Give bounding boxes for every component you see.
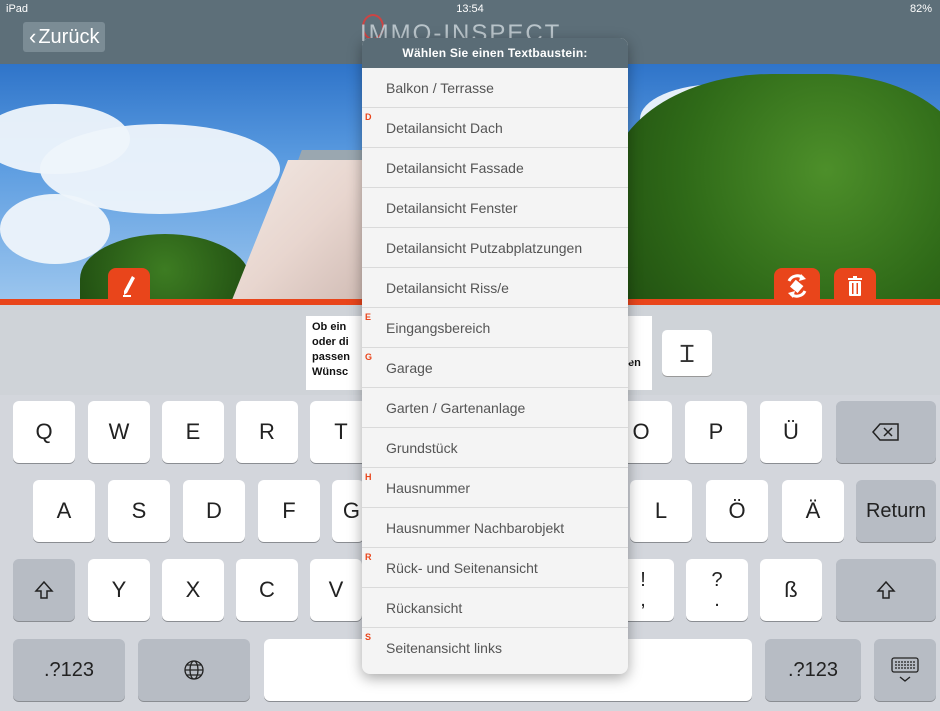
return-key[interactable]: Return xyxy=(856,480,936,542)
status-bar: iPad 13:54 82% xyxy=(0,0,940,20)
list-item[interactable]: Hausnummer Nachbarobjekt xyxy=(362,508,628,548)
backspace-icon xyxy=(872,423,899,441)
section-index: D xyxy=(365,112,372,122)
back-button[interactable]: ‹ Zurück xyxy=(23,22,106,52)
list-item[interactable]: R Rück- und Seitenansicht xyxy=(362,548,628,588)
key-r[interactable]: R xyxy=(236,401,298,463)
list-item[interactable]: Grundstück xyxy=(362,428,628,468)
pencil-icon xyxy=(123,276,135,297)
list-item-label: Rückansicht xyxy=(386,600,463,616)
hide-keyboard-key[interactable] xyxy=(874,639,936,701)
list-item-label: Hausnummer xyxy=(386,480,471,496)
globe-icon xyxy=(184,660,204,680)
text-cursor-icon: Ɪ xyxy=(680,340,694,368)
list-item[interactable]: D Detailansicht Dach xyxy=(362,108,628,148)
key-question: ? xyxy=(711,569,723,591)
section-index: E xyxy=(365,312,372,322)
list-item[interactable]: E Eingangsbereich xyxy=(362,308,628,348)
shift-icon xyxy=(34,580,54,599)
numbers-key-right[interactable]: .?123 xyxy=(765,639,861,701)
section-index: H xyxy=(365,472,372,482)
list-item[interactable]: Detailansicht Riss/e xyxy=(362,268,628,308)
section-index: S xyxy=(365,632,372,642)
popover-title: Wählen Sie einen Textbaustein: xyxy=(362,38,628,68)
list-item-label: Garten / Gartenanlage xyxy=(386,400,526,416)
edit-tab[interactable] xyxy=(108,268,150,304)
rotate-icon xyxy=(787,274,807,298)
key-c[interactable]: C xyxy=(236,559,298,621)
key-y[interactable]: Y xyxy=(88,559,150,621)
key-q[interactable]: Q xyxy=(13,401,75,463)
list-item-label: Eingangsbereich xyxy=(386,320,491,336)
key-exclaim: ! xyxy=(640,569,646,591)
list-item[interactable]: S Seitenansicht links xyxy=(362,628,628,668)
list-item-label: Garage xyxy=(386,360,433,376)
list-item[interactable]: Garten / Gartenanlage xyxy=(362,388,628,428)
list-item[interactable]: Rückansicht xyxy=(362,588,628,628)
list-item[interactable]: G Garage xyxy=(362,348,628,388)
text-module-popover: Wählen Sie einen Textbaustein: Balkon / … xyxy=(362,38,628,674)
rotate-tab[interactable] xyxy=(774,268,820,304)
clock: 13:54 xyxy=(456,3,484,15)
list-item-label: Balkon / Terrasse xyxy=(386,80,494,96)
key-f[interactable]: F xyxy=(258,480,320,542)
popover-arrow xyxy=(628,336,642,364)
key-g[interactable]: G xyxy=(332,480,364,542)
shift-key-left[interactable] xyxy=(13,559,75,621)
trash-icon xyxy=(848,276,862,296)
numbers-key-left[interactable]: .?123 xyxy=(13,639,125,701)
key-l[interactable]: L xyxy=(630,480,692,542)
key-d[interactable]: D xyxy=(183,480,245,542)
list-item-label: Detailansicht Putzabplatzungen xyxy=(386,240,583,256)
key-x[interactable]: X xyxy=(162,559,224,621)
list-item-label: Seitenansicht links xyxy=(386,640,502,656)
key-oe[interactable]: Ö xyxy=(706,480,768,542)
key-eszett[interactable]: ß xyxy=(760,559,822,621)
key-s[interactable]: S xyxy=(108,480,170,542)
key-question-period[interactable]: ? . xyxy=(686,559,748,621)
key-comma: , xyxy=(640,589,646,611)
section-index: G xyxy=(365,352,373,362)
delete-tab[interactable] xyxy=(834,268,876,304)
key-a[interactable]: A xyxy=(33,480,95,542)
list-item[interactable]: Balkon / Terrasse xyxy=(362,68,628,108)
chevron-left-icon: ‹ xyxy=(29,24,37,49)
key-ue[interactable]: Ü xyxy=(760,401,822,463)
list-item[interactable]: Detailansicht Fassade xyxy=(362,148,628,188)
shift-key-right[interactable] xyxy=(836,559,936,621)
globe-key[interactable] xyxy=(138,639,250,701)
list-item-label: Rück- und Seitenansicht xyxy=(386,560,538,576)
battery-level: 82% xyxy=(909,3,932,15)
list-item-label: Detailansicht Fenster xyxy=(386,200,518,216)
key-w[interactable]: W xyxy=(88,401,150,463)
list-item-label: Hausnummer Nachbarobjekt xyxy=(386,520,565,536)
text-cursor-button[interactable]: Ɪ xyxy=(662,330,712,376)
backspace-key[interactable] xyxy=(836,401,936,463)
list-item-label: Detailansicht Fassade xyxy=(386,160,524,176)
shift-icon xyxy=(876,580,896,599)
list-item[interactable]: Detailansicht Fenster xyxy=(362,188,628,228)
key-p[interactable]: P xyxy=(685,401,747,463)
list-item-label: Detailansicht Dach xyxy=(386,120,503,136)
back-button-label: Zurück xyxy=(38,26,100,48)
list-item[interactable]: Detailansicht Putzabplatzungen xyxy=(362,228,628,268)
key-ae[interactable]: Ä xyxy=(782,480,844,542)
list-item-label: Grundstück xyxy=(386,440,458,456)
key-v[interactable]: V xyxy=(310,559,362,621)
list-item-label: Detailansicht Riss/e xyxy=(386,280,509,296)
key-e[interactable]: E xyxy=(162,401,224,463)
key-period: . xyxy=(714,589,720,611)
list-item[interactable]: H Hausnummer xyxy=(362,468,628,508)
section-index: R xyxy=(365,552,372,562)
hide-keyboard-icon xyxy=(891,657,919,682)
